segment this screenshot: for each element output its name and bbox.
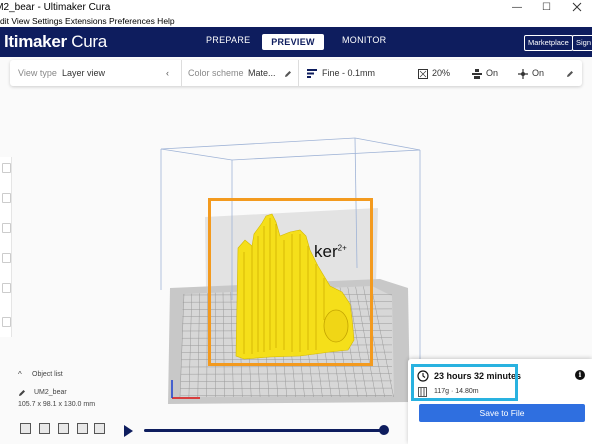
object-list-item[interactable]: UM2_bear [18, 387, 95, 401]
print-time-highlight-box [411, 364, 518, 401]
save-to-file-button[interactable]: Save to File [419, 404, 585, 422]
menu-bar: dit View Settings Extensions Preferences… [0, 16, 592, 27]
3d-view-icon[interactable] [20, 423, 31, 434]
play-icon[interactable] [124, 425, 133, 437]
rotate-tool-icon[interactable] [2, 223, 11, 233]
toolbar-divider [181, 60, 182, 86]
close-icon [572, 3, 582, 12]
object-list-panel: ^ Object list UM2_bear 105.7 x 98.1 x 13… [18, 370, 95, 408]
infill-icon [418, 60, 428, 86]
view-type-label: View type [18, 68, 57, 78]
view-toolbar: View type Layer view ‹ Color scheme Mate… [10, 60, 582, 86]
model-highlight-box [208, 198, 373, 366]
close-button[interactable] [572, 0, 582, 16]
app-logo: ltimaker Cura [4, 32, 107, 52]
logo-bold: ltimaker [4, 32, 67, 51]
left-tool-strip [0, 157, 12, 337]
view-type-dropdown[interactable]: Layer view [62, 60, 105, 86]
layer-slider-handle[interactable] [379, 425, 389, 435]
front-view-icon[interactable] [39, 423, 50, 434]
pencil-icon [19, 390, 25, 396]
support-value[interactable]: On [486, 60, 498, 86]
support-icon [472, 60, 482, 86]
toolbar-divider [298, 60, 299, 86]
window-titlebar: UM2_bear - Ultimaker Cura — ☐ [0, 0, 592, 16]
right-view-icon[interactable] [94, 423, 105, 434]
pencil-icon[interactable] [284, 60, 292, 86]
color-scheme-label: Color scheme [188, 68, 244, 78]
object-name: UM2_bear [34, 389, 67, 396]
chevron-left-icon[interactable]: ‹ [166, 60, 169, 86]
mirror-tool-icon[interactable] [2, 253, 11, 263]
object-dimensions: 105.7 x 98.1 x 130.0 mm [18, 401, 96, 408]
infill-value[interactable]: 20% [432, 60, 450, 86]
left-view-icon[interactable] [77, 423, 88, 434]
profile-icon [307, 60, 317, 86]
settings-pencil-icon[interactable] [566, 60, 574, 86]
adhesion-icon [518, 60, 528, 86]
marketplace-button[interactable]: Marketplace [524, 35, 573, 51]
tab-monitor[interactable]: MONITOR [342, 35, 386, 45]
info-icon[interactable]: i [575, 370, 585, 380]
top-view-icon[interactable] [58, 423, 69, 434]
menu-items[interactable]: dit View Settings Extensions Preferences… [0, 16, 175, 26]
signin-button[interactable]: Sign [572, 35, 592, 51]
adhesion-value[interactable]: On [532, 60, 544, 86]
profile-selector[interactable]: Fine - 0.1mm [322, 60, 375, 86]
logo-light: Cura [66, 32, 107, 51]
tab-prepare[interactable]: PREPARE [206, 35, 250, 45]
object-list-title: Object list [32, 371, 63, 378]
layer-slider-track[interactable] [144, 429, 388, 432]
chevron-up-icon: ^ [18, 370, 22, 379]
per-model-settings-icon[interactable] [2, 283, 11, 293]
scale-tool-icon[interactable] [2, 193, 11, 203]
tab-preview[interactable]: PREVIEW [262, 34, 324, 50]
minimize-button[interactable]: — [512, 0, 522, 16]
support-blocker-icon[interactable] [2, 317, 11, 327]
object-list-header[interactable]: ^ Object list [18, 370, 95, 382]
window-title: UM2_bear - Ultimaker Cura [0, 2, 111, 13]
app-header: ltimaker Cura PREPARE PREVIEW MONITOR Ma… [0, 27, 592, 57]
maximize-button[interactable]: ☐ [542, 0, 551, 16]
color-scheme-dropdown[interactable]: Mate... [248, 60, 276, 86]
move-tool-icon[interactable] [2, 163, 11, 173]
layer-timeline [124, 424, 394, 438]
